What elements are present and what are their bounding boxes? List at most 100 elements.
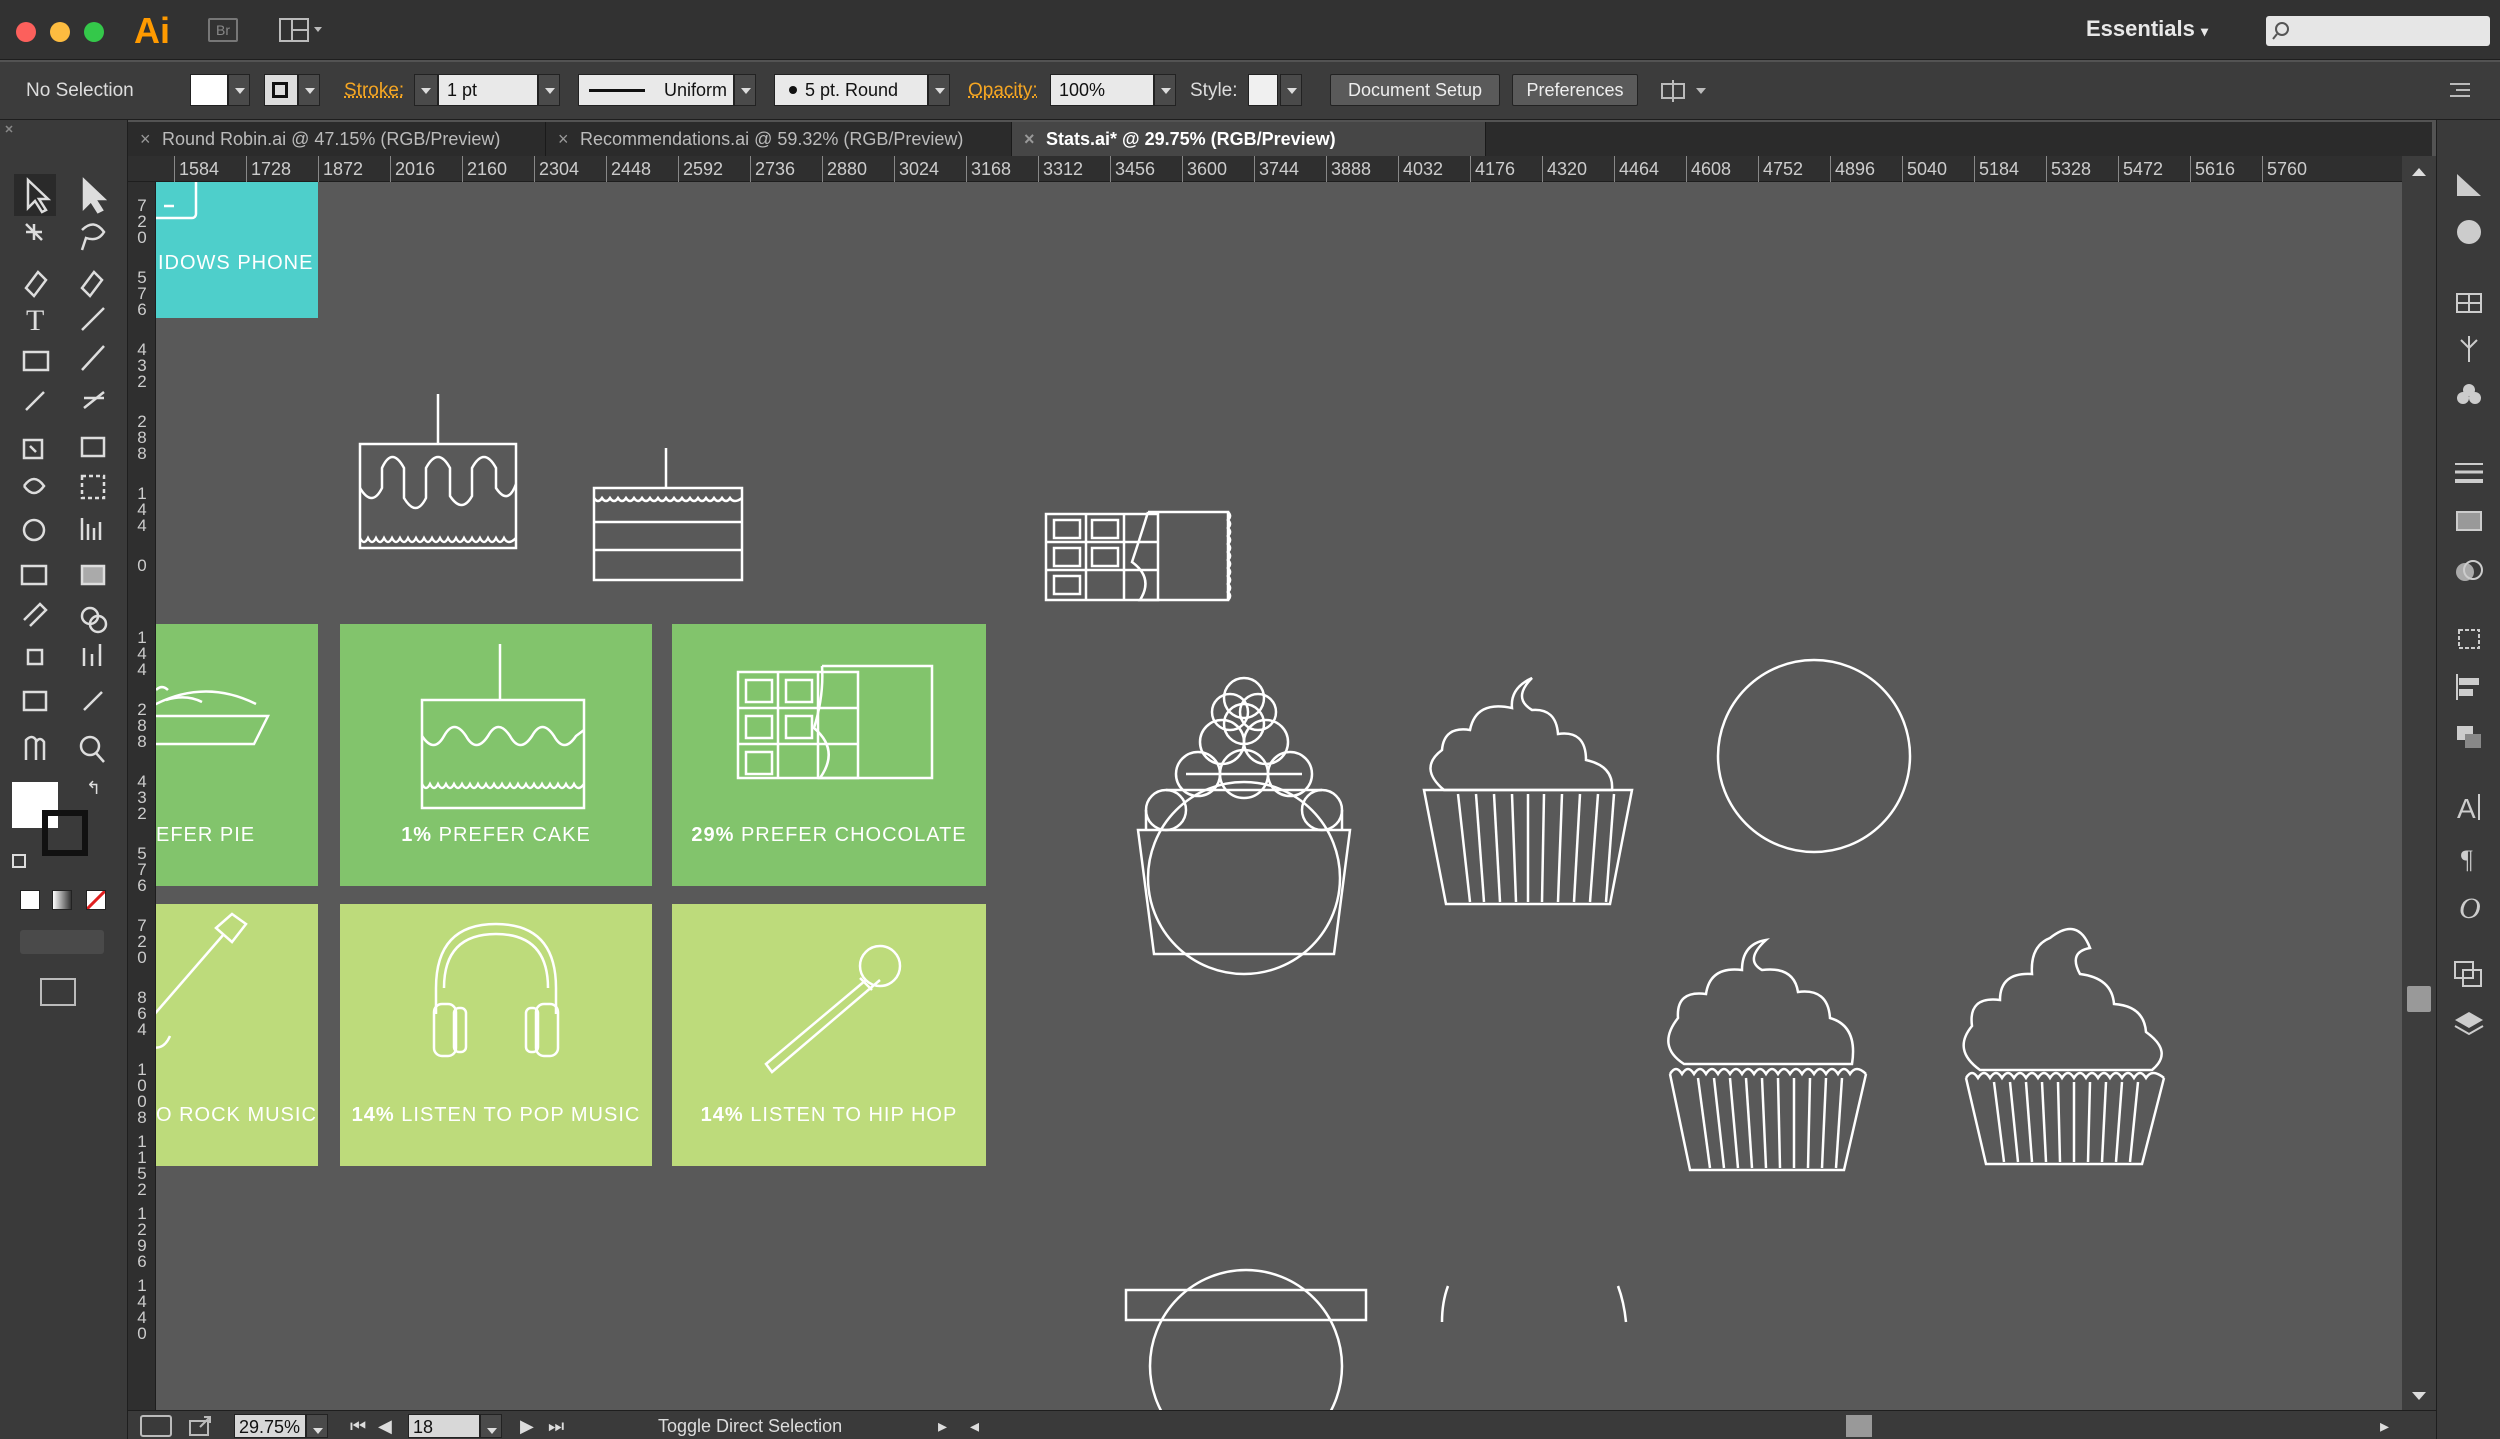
layers-icon[interactable] bbox=[2451, 1006, 2487, 1040]
tile-pop[interactable]: 14% LISTEN TO POP MUSIC bbox=[340, 904, 652, 1166]
color-mode-button[interactable] bbox=[20, 890, 40, 910]
tile-windows-phone[interactable]: IDOWS PHONE bbox=[156, 182, 318, 318]
phone-icon bbox=[156, 182, 198, 220]
screen-mode-icon[interactable] bbox=[40, 978, 76, 1006]
scroll-left-icon[interactable]: ◂ bbox=[970, 1414, 979, 1438]
opacity-dropdown[interactable] bbox=[1154, 74, 1176, 106]
stroke-color-swatch[interactable] bbox=[42, 810, 88, 856]
zoom-dropdown[interactable] bbox=[306, 1414, 328, 1438]
chocolate-bar-drawing[interactable] bbox=[1044, 508, 1232, 604]
arrange-documents-icon[interactable] bbox=[278, 16, 326, 44]
tile-chocolate[interactable]: 29% PREFER CHOCOLATE bbox=[672, 624, 986, 886]
swatches-icon[interactable] bbox=[2451, 286, 2487, 320]
horizontal-scroll-thumb[interactable] bbox=[1846, 1415, 1872, 1437]
tile-rock[interactable]: O ROCK MUSIC bbox=[156, 904, 318, 1166]
next-artboard-icon[interactable]: ▶ bbox=[520, 1414, 534, 1438]
artboard-number-field[interactable]: 18 bbox=[408, 1414, 480, 1438]
first-artboard-icon[interactable]: ⏮ bbox=[350, 1414, 366, 1438]
stroke-weight-field[interactable]: 1 pt bbox=[438, 74, 538, 106]
scroll-right-icon[interactable]: ▸ bbox=[2380, 1414, 2389, 1438]
variable-width-profile[interactable]: Uniform bbox=[578, 74, 734, 106]
character-icon[interactable]: A bbox=[2451, 790, 2487, 824]
cupcake-drawing[interactable] bbox=[1662, 918, 1882, 1174]
workspace-switcher[interactable]: Essentials ▾ bbox=[2086, 16, 2208, 42]
stroke-label[interactable]: Stroke: bbox=[344, 80, 404, 102]
status-menu-icon[interactable]: ▸ bbox=[938, 1414, 947, 1438]
scroll-down-icon[interactable] bbox=[2402, 1386, 2436, 1406]
search-input[interactable] bbox=[2266, 16, 2490, 46]
brush-dropdown[interactable] bbox=[928, 74, 950, 106]
graphic-style-swatch[interactable] bbox=[1248, 74, 1278, 106]
tile-cake[interactable]: 1% PREFER CAKE bbox=[340, 624, 652, 886]
fill-swatch[interactable] bbox=[190, 74, 228, 106]
vertical-scrollbar[interactable] bbox=[2402, 156, 2436, 1410]
close-window-button[interactable] bbox=[16, 22, 36, 42]
tab-stats[interactable]: × Stats.ai* @ 29.75% (RGB/Preview) bbox=[1012, 122, 1486, 156]
paragraph-icon[interactable]: ¶ bbox=[2451, 840, 2487, 874]
artboard-dropdown[interactable] bbox=[480, 1414, 502, 1438]
bridge-button[interactable]: Br bbox=[208, 18, 238, 42]
drawing-modes[interactable] bbox=[20, 930, 104, 954]
tile-hiphop[interactable]: 14% LISTEN TO HIP HOP bbox=[672, 904, 986, 1166]
stroke-weight-stepper[interactable] bbox=[414, 74, 438, 106]
tab-round-robin[interactable]: × Round Robin.ai @ 47.15% (RGB/Preview) bbox=[128, 122, 546, 156]
share-icon[interactable] bbox=[188, 1415, 214, 1437]
stroke-panel-icon[interactable] bbox=[2451, 456, 2487, 490]
graphic-style-dropdown[interactable] bbox=[1280, 74, 1302, 106]
symbols-icon[interactable] bbox=[2451, 382, 2487, 416]
bowl-dessert-drawing[interactable] bbox=[1124, 1246, 1374, 1410]
vertical-scroll-thumb[interactable] bbox=[2407, 986, 2431, 1012]
close-tab-icon[interactable]: × bbox=[1024, 122, 1035, 156]
close-tab-icon[interactable]: × bbox=[140, 122, 151, 156]
cake-slice-drawing[interactable] bbox=[592, 444, 744, 582]
align-options-icon[interactable] bbox=[1660, 78, 1710, 104]
circle-drawing[interactable] bbox=[1716, 658, 1916, 858]
brush-definition[interactable]: 5 pt. Round bbox=[774, 74, 928, 106]
profile-dropdown[interactable] bbox=[734, 74, 756, 106]
minimize-window-button[interactable] bbox=[50, 22, 70, 42]
horizontal-ruler[interactable]: 1584 1728 1872 2016 2160 2304 2448 2592 2736 2880… bbox=[128, 156, 2402, 182]
opacity-field[interactable]: 100% bbox=[1050, 74, 1154, 106]
gradient-mode-button[interactable] bbox=[52, 890, 72, 910]
gpu-icon[interactable] bbox=[140, 1415, 172, 1437]
ruler-tick-label: 4 3 2 bbox=[137, 340, 147, 391]
cupcake-drawing[interactable] bbox=[1958, 902, 2178, 1166]
align-icon[interactable] bbox=[2451, 670, 2487, 704]
zoom-field[interactable]: 29.75% bbox=[234, 1414, 306, 1438]
opacity-label[interactable]: Opacity: bbox=[968, 80, 1038, 102]
stroke-swatch[interactable] bbox=[264, 74, 298, 106]
default-colors-icon[interactable] bbox=[12, 854, 26, 868]
scroll-up-icon[interactable] bbox=[2402, 162, 2436, 182]
gradient-panel-icon[interactable] bbox=[2451, 504, 2487, 538]
zoom-window-button[interactable] bbox=[84, 22, 104, 42]
brushes-icon[interactable] bbox=[2451, 332, 2487, 366]
artboards-icon[interactable] bbox=[2451, 958, 2487, 992]
navigator-icon[interactable] bbox=[2451, 168, 2487, 202]
color-guide-icon[interactable] bbox=[2451, 214, 2487, 248]
artboard-canvas[interactable]: IDOWS PHONE EFER PIE 1% PREFER CAKE 29% … bbox=[156, 182, 2402, 1410]
tile-pie[interactable]: EFER PIE bbox=[156, 624, 318, 886]
cupcake-drawing[interactable] bbox=[1422, 668, 1644, 906]
vertical-ruler[interactable]: 7 2 0 5 7 6 4 3 2 2 8 8 1 4 4 0 1 4 4 2 8 8 4 3 … bbox=[128, 182, 156, 1410]
previous-artboard-icon[interactable]: ◀ bbox=[378, 1414, 392, 1438]
pathfinder-icon[interactable] bbox=[2451, 720, 2487, 754]
panel-menu-icon[interactable] bbox=[2448, 80, 2472, 100]
preferences-button[interactable]: Preferences bbox=[1512, 74, 1638, 106]
fill-dropdown[interactable] bbox=[228, 74, 250, 106]
tab-recommendations[interactable]: × Recommendations.ai @ 59.32% (RGB/Previe… bbox=[546, 122, 1012, 156]
opentype-icon[interactable]: O bbox=[2451, 890, 2487, 925]
stroke-weight-dropdown[interactable] bbox=[538, 74, 560, 106]
transform-icon[interactable] bbox=[2451, 622, 2487, 656]
none-mode-button[interactable] bbox=[86, 890, 106, 910]
stroke-color-dropdown[interactable] bbox=[298, 74, 320, 106]
partial-arc-drawing[interactable] bbox=[1438, 1282, 1638, 1342]
ruler-tick-label: 4032 bbox=[1398, 156, 1443, 182]
last-artboard-icon[interactable]: ⏭ bbox=[548, 1414, 564, 1438]
transparency-icon[interactable] bbox=[2451, 554, 2487, 588]
ruler-tick-label: 2880 bbox=[822, 156, 867, 182]
close-tab-icon[interactable]: × bbox=[558, 122, 569, 156]
document-setup-button[interactable]: Document Setup bbox=[1330, 74, 1500, 106]
swap-colors-icon[interactable]: ↰ bbox=[86, 778, 101, 799]
cake-drawing[interactable] bbox=[358, 388, 518, 550]
stacked-dessert-drawing[interactable] bbox=[1136, 668, 1352, 976]
